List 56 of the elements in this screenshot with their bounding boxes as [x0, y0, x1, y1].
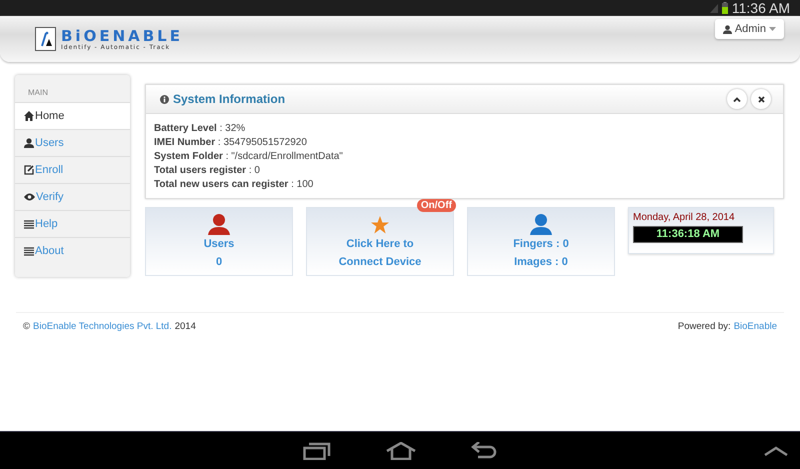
info-icon — [160, 94, 169, 104]
powered-by-label: Powered by: — [678, 321, 731, 332]
sidebar-heading: MAIN — [27, 87, 49, 99]
user-icon — [722, 24, 732, 34]
home-button[interactable] — [386, 442, 416, 460]
sidebar-item[interactable]: Enroll — [15, 156, 130, 183]
list-icon — [24, 220, 34, 228]
stat-tile[interactable]: Fingers : 0 Images : 0 — [467, 207, 615, 276]
sidebar-item[interactable]: About — [15, 237, 130, 264]
user-icon — [208, 213, 230, 235]
close-button[interactable] — [751, 89, 771, 109]
list-icon — [24, 246, 34, 256]
info-line: Battery Level : 32% — [154, 122, 246, 136]
sidebar-item[interactable]: Help — [15, 210, 130, 237]
stat-tile[interactable]: Users 0 — [145, 207, 293, 276]
edit-icon — [24, 165, 34, 175]
info-line: Total new users can register : 100 — [154, 178, 314, 192]
logo-name: BiOENABLE — [61, 28, 183, 44]
tile-label: Fingers : 0 — [513, 237, 569, 252]
home-icon — [24, 111, 34, 121]
user-icon — [24, 138, 34, 148]
caret-icon — [769, 27, 776, 31]
connect-device-tile[interactable]: Click Here to Connect Device — [306, 207, 454, 276]
chevron-up-button[interactable] — [764, 446, 788, 456]
powered-by-link[interactable]: BioEnable — [734, 321, 777, 332]
recent-apps-button[interactable] — [303, 442, 331, 460]
on-off-badge[interactable]: On/Off — [416, 199, 456, 212]
sidebar-item[interactable]: Verify — [15, 183, 130, 210]
panel-title: System Information — [173, 92, 286, 106]
star-icon — [370, 216, 390, 235]
user-icon — [530, 213, 552, 235]
sidebar-item[interactable]: Home — [15, 102, 130, 129]
company-link[interactable]: BioEnable Technologies Pvt. Ltd. — [33, 321, 172, 332]
digital-clock: 11:36:18 AM — [633, 226, 743, 243]
copyright-symbol: © — [23, 321, 30, 332]
logo-icon — [35, 27, 56, 51]
info-line: IMEI Number : 354795051572920 — [154, 136, 308, 150]
back-button[interactable] — [471, 442, 497, 460]
sidebar-item[interactable]: Users — [15, 129, 130, 156]
copyright-year: 2014 — [174, 321, 196, 332]
info-line: System Folder : "/sdcard/EnrollmentData" — [154, 150, 344, 164]
user-menu-button[interactable]: Admin — [714, 19, 784, 39]
info-line: Total users register : 0 — [154, 164, 261, 178]
date-text: Monday, April 28, 2014 — [633, 212, 736, 223]
eye-icon — [24, 193, 35, 201]
clock-time: 11:36 AM — [732, 0, 790, 16]
battery-icon — [722, 2, 728, 14]
tile-label: 0 — [216, 255, 222, 270]
tile-label: Users — [204, 237, 234, 252]
tile-label: Images : 0 — [514, 255, 568, 270]
tile-label: Connect Device — [338, 255, 422, 270]
close-icon — [758, 96, 764, 102]
chevron-up-icon — [733, 96, 741, 102]
signal-icon — [710, 4, 718, 12]
collapse-button[interactable] — [727, 89, 747, 109]
tile-label: Click Here to — [346, 237, 414, 252]
